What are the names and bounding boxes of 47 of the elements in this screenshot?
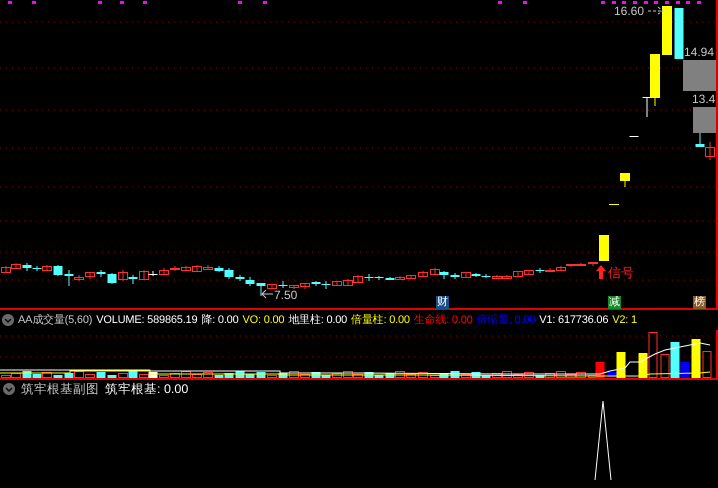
candlestick (246, 276, 254, 286)
candlestick (96, 270, 106, 278)
indicator-value: 筑牢根基: 0.00 (105, 380, 188, 398)
event-marker[interactable]: 财 (436, 296, 449, 309)
candlestick (705, 142, 715, 160)
indicator-value: VO: 0.00 (242, 312, 284, 328)
candlestick (128, 274, 138, 284)
candlestick (620, 172, 630, 188)
price-box (693, 107, 716, 133)
indicator-value: 倍量柱: 0.00 (351, 312, 410, 328)
candlestick (450, 272, 460, 280)
candlestick (418, 270, 428, 278)
indicator-title: AA成交量(5,60) (18, 312, 92, 328)
candlestick (674, 8, 684, 60)
signal-label: 信号 (608, 266, 634, 279)
candlestick (278, 280, 288, 288)
indicator-value: VOLUME: 589865.19 (96, 312, 198, 328)
indicator-title: 筑牢根基副图 (21, 380, 99, 398)
up-arrow-icon (596, 265, 606, 279)
candlestick (662, 6, 672, 56)
arrow-icon (648, 6, 664, 14)
indicator-value: 生命线: 0.00 (414, 312, 473, 328)
collapse-icon[interactable] (3, 383, 15, 395)
candlestick (696, 132, 704, 148)
event-marker[interactable]: 榜 (693, 296, 706, 309)
candlestick (118, 270, 128, 282)
candlestick (108, 272, 116, 284)
price-label: 13.4 (692, 93, 716, 105)
price-label: 14.94 (684, 46, 714, 58)
candlestick (440, 270, 448, 280)
indicator-value: 倍缩量: 0.00 (476, 312, 536, 328)
indicator-value: 降: 0.00 (201, 312, 239, 328)
price-label: 16.60 (614, 5, 644, 17)
candlestick (630, 136, 638, 138)
candlestick (353, 274, 363, 284)
price-box (683, 60, 716, 91)
candlestick (609, 204, 619, 206)
arrow-icon (261, 290, 274, 298)
collapse-icon[interactable] (2, 314, 14, 326)
candlestick (54, 264, 62, 276)
price-label: 7.50 (274, 289, 298, 301)
candlestick (256, 282, 266, 296)
indicator-value: V1: 617736.06 (539, 312, 608, 328)
event-marker[interactable]: 减 (608, 296, 621, 309)
indicator-value: V2: 1 (612, 312, 637, 328)
candlestick (267, 284, 277, 290)
indicator-value: 地里柱: 0.00 (288, 312, 348, 328)
